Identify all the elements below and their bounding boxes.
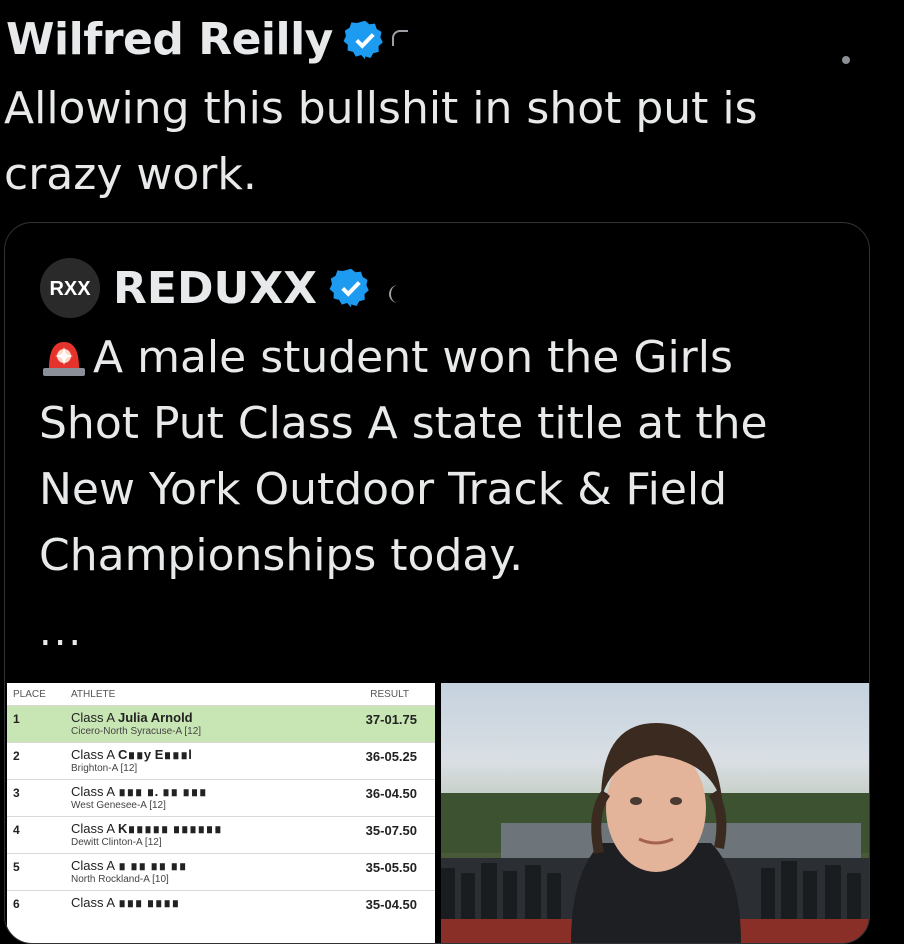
row-result: 35-05.50: [365, 860, 417, 875]
athlete-school: Dewitt Clinton-A [12]: [71, 837, 162, 848]
table-row: 6 Class A ∎∎∎ ∎∎∎∎ 35-04.50: [7, 890, 435, 928]
athlete-photo-illustration: [441, 723, 869, 943]
quoted-text: A male student won the Girls Shot Put Cl…: [39, 325, 839, 589]
results-header: PLACE ATHLETE RESULT: [7, 689, 435, 705]
row-place: 5: [13, 860, 20, 874]
row-result: 35-07.50: [365, 823, 417, 838]
header-result: RESULT: [370, 689, 409, 700]
tweet-author[interactable]: Wilfred Reilly: [6, 14, 387, 65]
row-place: 2: [13, 749, 20, 763]
table-row: 2 Class A C∎∎y E∎∎∎l Brighton-A [12] 36-…: [7, 742, 435, 780]
quoted-author[interactable]: RXX REDUXX: [39, 257, 373, 319]
more-options-icon[interactable]: [842, 56, 850, 64]
row-result: 35-04.50: [365, 897, 417, 912]
athlete-school: West Genesee-A [12]: [71, 800, 166, 811]
reduxx-avatar[interactable]: RXX: [39, 257, 101, 319]
row-result: 37-01.75: [365, 712, 417, 727]
tweet-text: Allowing this bullshit in shot put is cr…: [4, 83, 758, 200]
athlete-name: K∎∎∎∎∎ ∎∎∎∎∎∎: [117, 821, 222, 836]
row-place: 4: [13, 823, 20, 837]
show-more-ellipsis[interactable]: ...: [39, 609, 83, 655]
athlete-name: Julia Arnold: [117, 710, 193, 725]
athlete-school: Cicero-North Syracuse-A [12]: [71, 726, 202, 737]
siren-emoji-icon: [43, 342, 85, 376]
avatar-text: RXX: [49, 278, 91, 300]
athlete-photo[interactable]: [441, 683, 869, 943]
athlete-name: C∎∎y E∎∎∎l: [117, 747, 192, 762]
truncated-handle-icon: [389, 285, 403, 303]
athlete-name: ∎∎∎ ∎∎∎∎: [117, 895, 180, 910]
athlete-name: ∎ ∎∎ ∎∎ ∎∎: [117, 858, 187, 873]
athlete-name: ∎∎∎ ∎. ∎∎ ∎∎∎: [117, 784, 207, 799]
results-table-image[interactable]: PLACE ATHLETE RESULT 1 Class A Julia Arn…: [7, 683, 435, 943]
athlete-school: North Rockland-A [10]: [71, 874, 169, 885]
athlete-school: Brighton-A [12]: [71, 763, 138, 774]
table-row: 3 Class A ∎∎∎ ∎. ∎∎ ∎∎∎ West Genesee-A […: [7, 779, 435, 817]
truncated-handle-icon: [392, 30, 408, 46]
quoted-text-body: A male student won the Girls Shot Put Cl…: [39, 332, 768, 581]
header-place: PLACE: [13, 689, 46, 700]
table-row: 1 Class A Julia Arnold Cicero-North Syra…: [7, 705, 435, 743]
verified-badge-icon: [343, 20, 383, 59]
author-name[interactable]: Wilfred Reilly: [6, 14, 333, 65]
quoted-author-name[interactable]: REDUXX: [113, 263, 317, 314]
row-result: 36-05.25: [365, 749, 417, 764]
row-place: 1: [13, 712, 20, 726]
row-result: 36-04.50: [365, 786, 417, 801]
row-place: 3: [13, 786, 20, 800]
header-athlete: ATHLETE: [71, 689, 116, 700]
quoted-tweet[interactable]: RXX REDUXX A male student won the Girls …: [4, 222, 870, 944]
verified-badge-icon: [329, 268, 369, 308]
table-row: 5 Class A ∎ ∎∎ ∎∎ ∎∎ North Rockland-A [1…: [7, 853, 435, 891]
table-row: 4 Class A K∎∎∎∎∎ ∎∎∎∎∎∎ Dewitt Clinton-A…: [7, 816, 435, 854]
